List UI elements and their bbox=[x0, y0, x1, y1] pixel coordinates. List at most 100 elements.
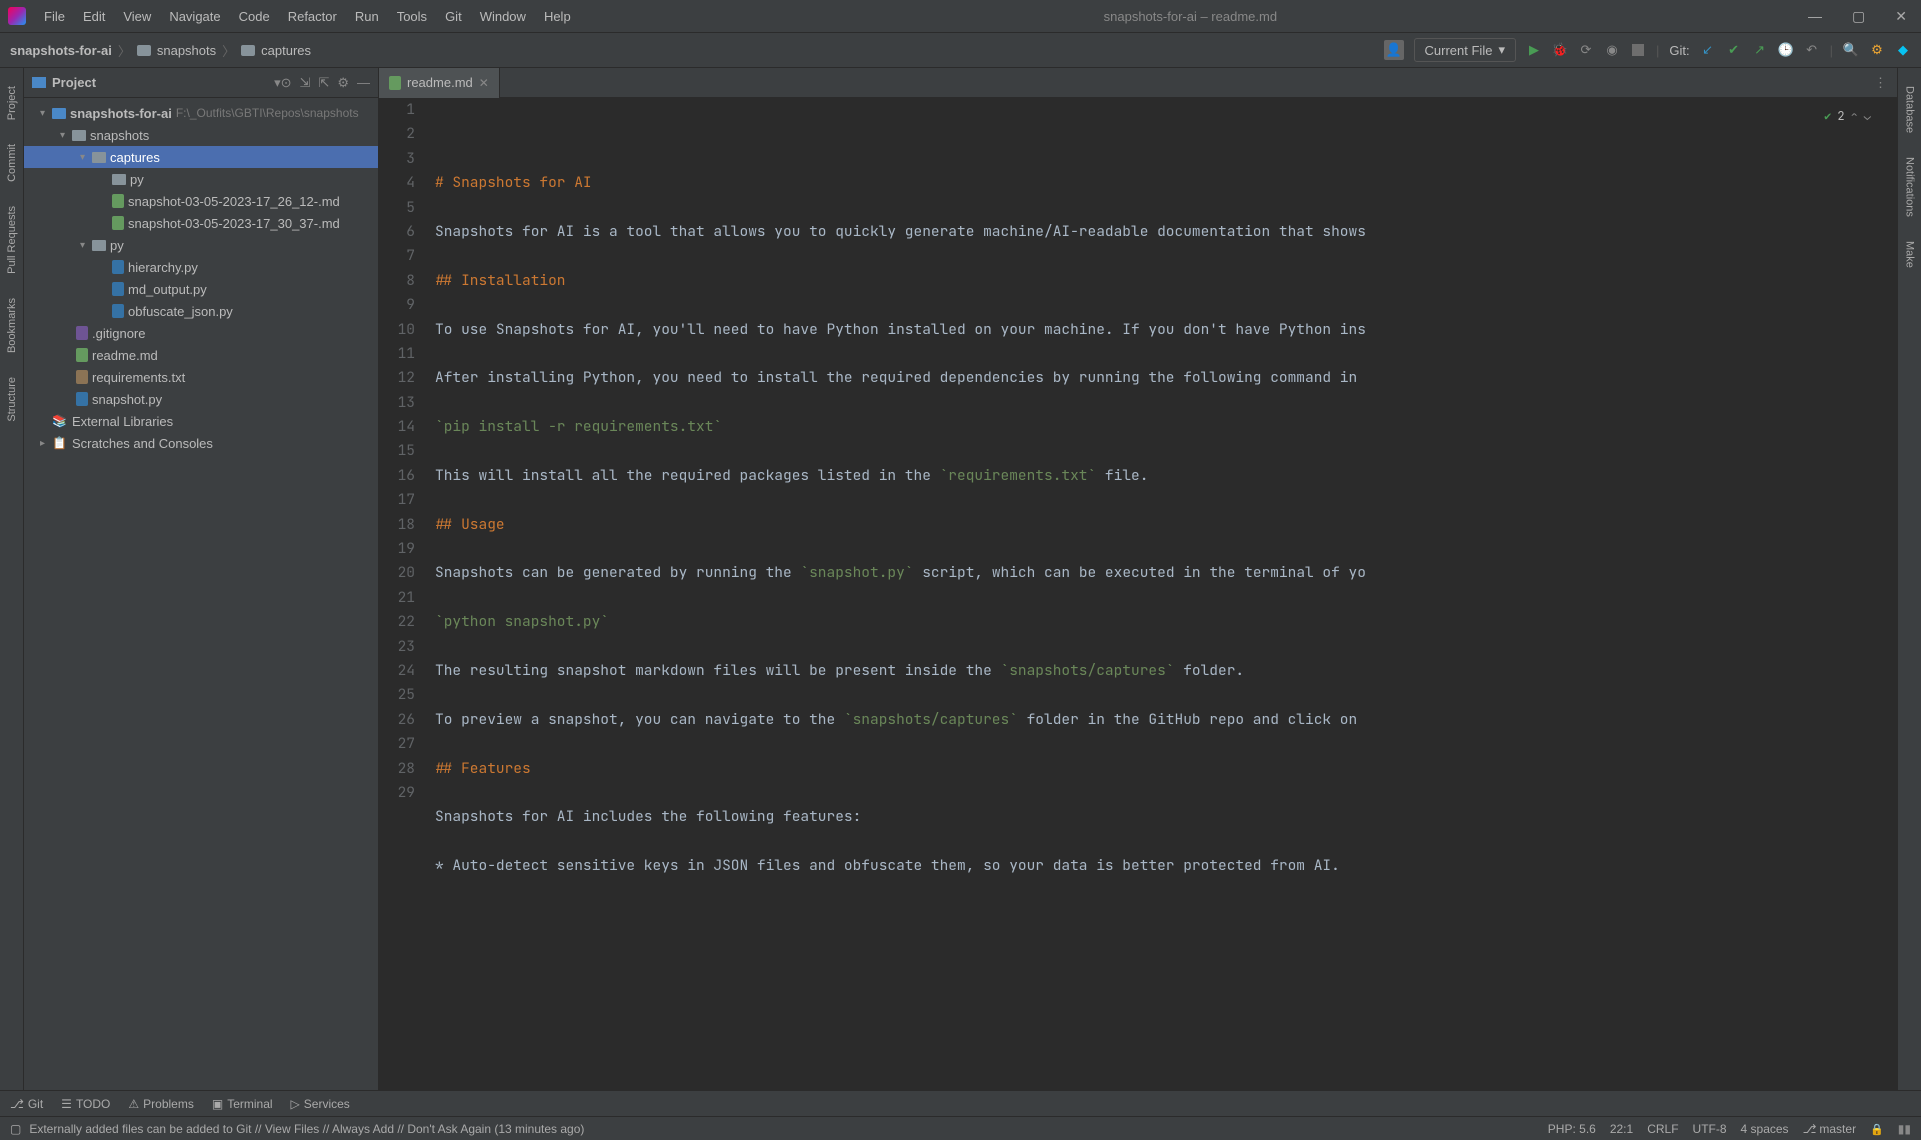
code-line[interactable] bbox=[435, 488, 1897, 512]
chevron-down-icon[interactable]: ⌄ bbox=[1864, 104, 1871, 128]
tree-file-hierarchy[interactable]: hierarchy.py bbox=[24, 256, 378, 278]
tool-window-structure[interactable]: Structure bbox=[6, 377, 18, 422]
editor-content[interactable]: 1234567891011121314151617181920212223242… bbox=[379, 98, 1897, 1090]
code-line[interactable] bbox=[435, 537, 1897, 561]
breadcrumb-item[interactable]: captures bbox=[261, 43, 311, 58]
code-line[interactable]: Snapshots for AI includes the following … bbox=[435, 805, 1897, 829]
code-line[interactable] bbox=[435, 830, 1897, 854]
tree-file-obfuscate[interactable]: obfuscate_json.py bbox=[24, 300, 378, 322]
code-line[interactable]: To use Snapshots for AI, you'll need to … bbox=[435, 318, 1897, 342]
tree-file-snapshot1[interactable]: snapshot-03-05-2023-17_26_12-.md bbox=[24, 190, 378, 212]
menu-run[interactable]: Run bbox=[347, 5, 387, 28]
menu-view[interactable]: View bbox=[115, 5, 159, 28]
code-line[interactable] bbox=[435, 293, 1897, 317]
tree-file-mdoutput[interactable]: md_output.py bbox=[24, 278, 378, 300]
tree-folder-snapshots[interactable]: ▾ snapshots bbox=[24, 124, 378, 146]
code-line[interactable] bbox=[435, 683, 1897, 707]
tool-window-project[interactable]: Project bbox=[6, 86, 18, 120]
tree-folder-py[interactable]: py bbox=[24, 168, 378, 190]
run-config-selector[interactable]: Current File ▾ bbox=[1414, 38, 1516, 62]
close-tab-icon[interactable]: ✕ bbox=[479, 76, 489, 90]
profile-button[interactable]: ◉ bbox=[1604, 42, 1620, 58]
tool-window-commit[interactable]: Commit bbox=[6, 144, 18, 182]
breadcrumb-item[interactable]: snapshots-for-ai bbox=[10, 43, 112, 58]
tool-window-problems[interactable]: ⚠Problems bbox=[128, 1097, 193, 1111]
tree-folder-py2[interactable]: ▾ py bbox=[24, 234, 378, 256]
code-line[interactable] bbox=[435, 244, 1897, 268]
menu-refactor[interactable]: Refactor bbox=[280, 5, 345, 28]
project-tree[interactable]: ▾ snapshots-for-ai F:\_Outfits\GBTI\Repo… bbox=[24, 98, 378, 1090]
tree-file-requirements[interactable]: requirements.txt bbox=[24, 366, 378, 388]
git-commit-icon[interactable]: ✔ bbox=[1726, 42, 1742, 58]
tree-folder-captures[interactable]: ▾ captures bbox=[24, 146, 378, 168]
tool-window-todo[interactable]: ☰TODO bbox=[61, 1097, 110, 1111]
code-line[interactable] bbox=[435, 440, 1897, 464]
git-pull-icon[interactable]: ↙ bbox=[1700, 42, 1716, 58]
code-line[interactable]: ## Installation bbox=[435, 269, 1897, 293]
tool-window-git[interactable]: ⎇Git bbox=[10, 1097, 43, 1111]
editor-tab-readme[interactable]: readme.md ✕ bbox=[379, 68, 500, 98]
code-with-me-icon[interactable]: ◆ bbox=[1895, 42, 1911, 58]
select-opened-file-icon[interactable]: ⊙ bbox=[281, 75, 292, 91]
status-indent[interactable]: 4 spaces bbox=[1741, 1122, 1789, 1136]
tool-window-database[interactable]: Database bbox=[1904, 86, 1916, 133]
code-line[interactable] bbox=[435, 342, 1897, 366]
tool-window-services[interactable]: ▷Services bbox=[291, 1097, 350, 1111]
code-line[interactable]: ## Usage bbox=[435, 513, 1897, 537]
tool-window-toggle-icon[interactable]: ▢ bbox=[10, 1122, 21, 1136]
close-button[interactable]: ✕ bbox=[1889, 6, 1913, 27]
ide-settings-icon[interactable]: ⚙ bbox=[1869, 42, 1885, 58]
menu-window[interactable]: Window bbox=[472, 5, 534, 28]
code-line[interactable] bbox=[435, 732, 1897, 756]
tool-window-make[interactable]: Make bbox=[1904, 241, 1916, 268]
code-line[interactable]: Snapshots can be generated by running th… bbox=[435, 561, 1897, 585]
menu-git[interactable]: Git bbox=[437, 5, 470, 28]
tree-file-snapshot2[interactable]: snapshot-03-05-2023-17_30_37-.md bbox=[24, 212, 378, 234]
code-line[interactable]: This will install all the required packa… bbox=[435, 464, 1897, 488]
git-push-icon[interactable]: ↗ bbox=[1752, 42, 1768, 58]
tree-file-snapshot-py[interactable]: snapshot.py bbox=[24, 388, 378, 410]
tree-external-libs[interactable]: External Libraries bbox=[24, 410, 378, 432]
code-line[interactable]: # Snapshots for AI bbox=[435, 171, 1897, 195]
status-php[interactable]: PHP: 5.6 bbox=[1548, 1122, 1596, 1136]
minimize-button[interactable]: — bbox=[1802, 6, 1828, 27]
code-line[interactable]: The resulting snapshot markdown files wi… bbox=[435, 659, 1897, 683]
status-encoding[interactable]: UTF-8 bbox=[1693, 1122, 1727, 1136]
code-line[interactable]: `pip install -r requirements.txt` bbox=[435, 415, 1897, 439]
tool-window-bookmarks[interactable]: Bookmarks bbox=[6, 298, 18, 353]
code-line[interactable] bbox=[435, 781, 1897, 805]
inspection-widget[interactable]: ✔ 2 ⌃ ⌄ bbox=[1824, 104, 1871, 128]
tree-file-gitignore[interactable]: .gitignore bbox=[24, 322, 378, 344]
run-button[interactable]: ▶ bbox=[1526, 42, 1542, 58]
tool-window-terminal[interactable]: ▣Terminal bbox=[212, 1097, 273, 1111]
git-history-icon[interactable]: 🕒 bbox=[1778, 42, 1794, 58]
menu-navigate[interactable]: Navigate bbox=[161, 5, 228, 28]
stop-button[interactable] bbox=[1630, 42, 1646, 58]
menu-edit[interactable]: Edit bbox=[75, 5, 113, 28]
code-line[interactable]: To preview a snapshot, you can navigate … bbox=[435, 708, 1897, 732]
search-icon[interactable]: 🔍 bbox=[1843, 42, 1859, 58]
user-avatar-dropdown[interactable]: 👤 bbox=[1384, 40, 1404, 60]
code-line[interactable] bbox=[435, 391, 1897, 415]
menu-help[interactable]: Help bbox=[536, 5, 579, 28]
gear-icon[interactable]: ⚙ bbox=[337, 75, 349, 91]
collapse-all-icon[interactable]: ⇱ bbox=[318, 75, 329, 91]
tree-root[interactable]: ▾ snapshots-for-ai F:\_Outfits\GBTI\Repo… bbox=[24, 102, 378, 124]
tree-scratches[interactable]: ▸ Scratches and Consoles bbox=[24, 432, 378, 454]
status-position[interactable]: 22:1 bbox=[1610, 1122, 1633, 1136]
code-line[interactable] bbox=[435, 586, 1897, 610]
menu-code[interactable]: Code bbox=[231, 5, 278, 28]
code-line[interactable]: `python snapshot.py` bbox=[435, 610, 1897, 634]
hide-panel-icon[interactable]: — bbox=[357, 75, 370, 91]
code-area[interactable]: ✔ 2 ⌃ ⌄ # Snapshots for AI Snapshots for … bbox=[435, 98, 1897, 1090]
breadcrumb-item[interactable]: snapshots bbox=[157, 43, 216, 58]
status-message[interactable]: Externally added files can be added to G… bbox=[29, 1122, 1547, 1136]
code-line[interactable] bbox=[435, 196, 1897, 220]
chevron-up-icon[interactable]: ⌃ bbox=[1851, 104, 1858, 128]
menu-tools[interactable]: Tools bbox=[389, 5, 435, 28]
git-branch[interactable]: master bbox=[1803, 1122, 1857, 1136]
tree-file-readme[interactable]: readme.md bbox=[24, 344, 378, 366]
expand-all-icon[interactable]: ⇲ bbox=[300, 75, 311, 91]
code-line[interactable]: * Auto-detect sensitive keys in JSON fil… bbox=[435, 854, 1897, 878]
maximize-button[interactable]: ▢ bbox=[1846, 6, 1871, 27]
